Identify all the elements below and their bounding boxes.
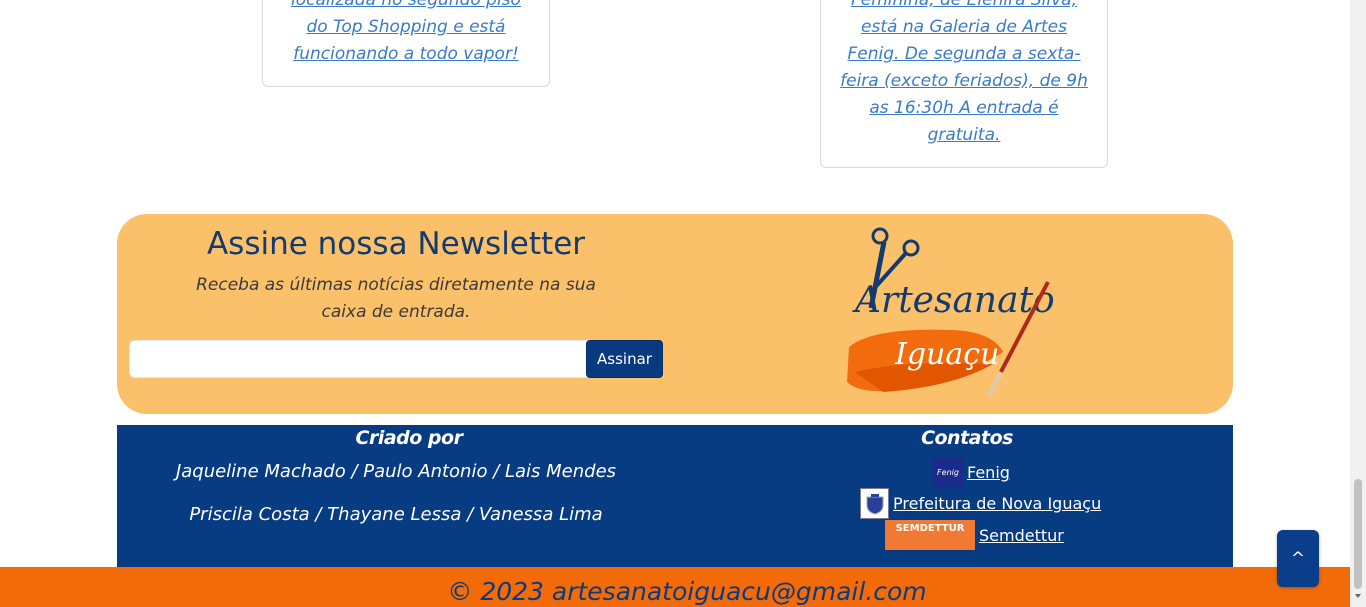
event-card-left: localizada no segundo piso do Top Shoppi… <box>262 0 550 87</box>
event-card-right: Feminina, de Elenira Silva, está na Gale… <box>820 0 1108 168</box>
event-card-left-line-1[interactable]: localizada no segundo piso <box>263 0 549 14</box>
copyright-bar: © 2023 artesanatoiguacu@gmail.com <box>0 567 1350 607</box>
creators-line-2: Priscila Costa / Thayane Lessa / Vanessa… <box>189 504 603 525</box>
event-card-right-line-6[interactable]: gratuita. <box>821 122 1107 149</box>
contact-fenig[interactable]: Fenig Fenig <box>933 458 1010 487</box>
semdettur-logo-icon: SEMDETTUR <box>885 520 975 550</box>
subscribe-button[interactable]: Assinar <box>586 340 663 378</box>
scroll-down-arrow-icon[interactable] <box>1355 594 1361 598</box>
event-card-left-line-2[interactable]: do Top Shopping e está <box>263 14 549 41</box>
fenig-logo-icon: Fenig <box>933 458 963 487</box>
contact-semdettur-link[interactable]: Semdettur <box>979 526 1064 545</box>
logo-word-artesanato: Artesanato <box>852 280 1055 321</box>
newsletter-section: Assine nossa Newsletter Receba as última… <box>117 214 1233 414</box>
newsletter-subtitle: Receba as últimas notícias diretamente n… <box>196 275 596 322</box>
logo-word-iguacu: Iguaçu <box>894 337 999 372</box>
created-by-title: Criado por <box>355 427 463 449</box>
city-crest-icon <box>860 488 889 519</box>
event-card-right-line-5[interactable]: as 16:30h A entrada é <box>821 95 1107 122</box>
back-to-top-button[interactable]: ^ <box>1277 530 1319 587</box>
site-footer: Criado por Jaqueline Machado / Paulo Ant… <box>117 425 1233 567</box>
contact-prefeitura[interactable]: Prefeitura de Nova Iguaçu <box>860 488 1101 519</box>
creators-line-1: Jaqueline Machado / Paulo Antonio / Lais… <box>175 461 617 482</box>
event-card-right-line-4[interactable]: feira (exceto feriados), de 9h <box>821 68 1107 95</box>
event-card-left-line-3[interactable]: funcionando a todo vapor! <box>263 41 549 68</box>
copyright-text: © 2023 artesanatoiguacu@gmail.com <box>447 577 927 606</box>
event-card-right-line-3[interactable]: Fenig. De segunda a sexta- <box>821 41 1107 68</box>
contact-prefeitura-link[interactable]: Prefeitura de Nova Iguaçu <box>893 494 1101 513</box>
artesanato-iguacu-logo: Artesanato Iguaçu <box>847 227 1055 398</box>
scrollbar-thumb[interactable] <box>1354 479 1362 589</box>
contact-fenig-link[interactable]: Fenig <box>967 463 1010 482</box>
newsletter-title: Assine nossa Newsletter <box>206 226 586 262</box>
event-card-right-line-1[interactable]: Feminina, de Elenira Silva, <box>821 0 1107 14</box>
newsletter-email-input[interactable] <box>129 340 589 378</box>
vertical-scrollbar[interactable] <box>1350 0 1366 607</box>
event-card-right-line-2[interactable]: está na Galeria de Artes <box>821 14 1107 41</box>
contacts-title: Contatos <box>921 427 1013 449</box>
contact-semdettur[interactable]: SEMDETTUR Semdettur <box>885 520 1064 550</box>
